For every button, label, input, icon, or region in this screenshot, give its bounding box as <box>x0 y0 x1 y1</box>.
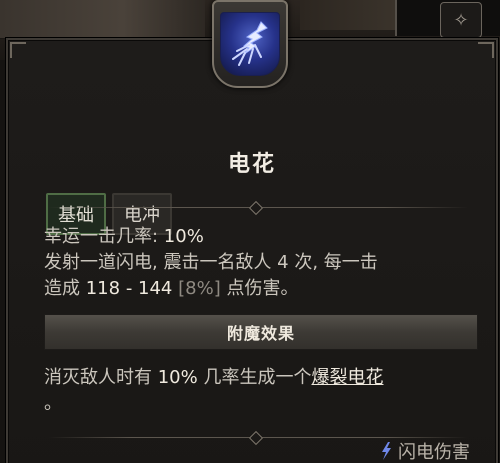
skill-icon-border <box>212 0 288 88</box>
damage-range: 118 - 144 <box>85 278 173 299</box>
tooltip-corner-ornament <box>10 42 26 58</box>
damage-percent: [8%] <box>172 278 221 299</box>
tooltip-corner-ornament <box>478 42 494 58</box>
description-line: 发射一道闪电, 震击一名敌人 4 次, 每一击 <box>44 252 378 273</box>
skill-title: 电花 <box>227 152 276 177</box>
skill-description: 幸运一击几率: 10% 发射一道闪电, 震击一名敌人 4 次, 每一击 造成 1… <box>44 224 474 302</box>
enchantment-description: 消灭敌人时有 10% 几率生成一个爆裂电花 。 <box>44 365 474 417</box>
background-panel <box>0 0 205 39</box>
rune-icon: ✧ <box>440 2 482 38</box>
enchantment-mid: 几率生成一个 <box>197 367 312 388</box>
linked-skill-link[interactable]: 爆裂电花 <box>311 367 383 388</box>
damage-type: 闪电伤害 <box>380 438 470 463</box>
enchantment-header: 附魔效果 <box>44 314 478 350</box>
damage-type-label: 闪电伤害 <box>398 442 470 463</box>
lightning-bolt-icon <box>220 12 280 76</box>
enchantment-line: 消灭敌人时有 10% 几率生成一个爆裂电花 <box>44 365 474 391</box>
lightning-small-icon <box>382 442 391 460</box>
lucky-hit-label: 幸运一击几率: <box>44 226 164 247</box>
lucky-hit-value: 10% <box>163 226 204 247</box>
skill-icon-frame <box>212 0 288 90</box>
background-panel-mid <box>300 0 395 30</box>
skill-tooltip: 电花 基础 电冲 幸运一击几率: 10% 发射一道闪电, 震击一名敌人 4 次,… <box>6 38 498 463</box>
enchantment-end: 。 <box>44 393 62 414</box>
lucky-hit-line: 幸运一击几率: 10% <box>44 224 474 250</box>
damage-prefix: 造成 <box>44 278 86 299</box>
damage-suffix: 点伤害。 <box>220 278 299 299</box>
game-screen: ✧ 电花 基础 电冲 幸运一击几率: 10% 发射一道闪电, 震击一名敌人 4 … <box>0 0 500 463</box>
divider <box>48 200 468 216</box>
damage-line: 造成 118 - 144 [8%] 点伤害。 <box>44 276 474 302</box>
enchantment-chance: 10% <box>157 367 198 388</box>
lightning-bolt-icon-glyph <box>232 21 268 66</box>
enchantment-prefix: 消灭敌人时有 <box>44 367 158 388</box>
